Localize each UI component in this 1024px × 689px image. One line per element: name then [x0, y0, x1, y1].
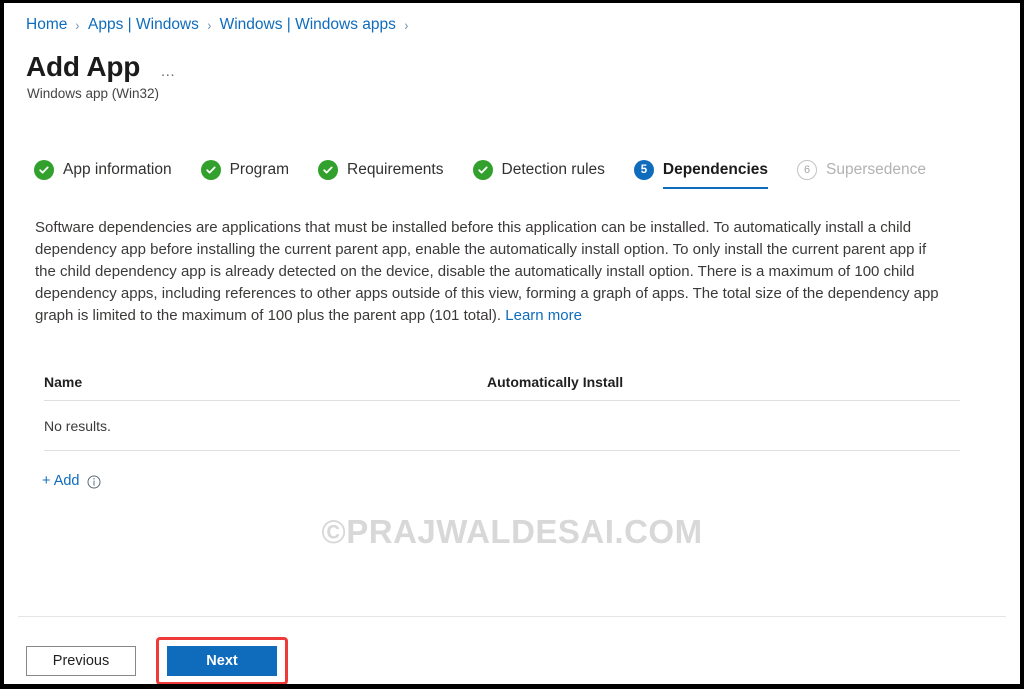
wizard-footer: Previous Next	[26, 637, 288, 684]
tab-label: Detection rules	[501, 161, 605, 178]
active-tab-indicator	[662, 187, 768, 189]
overflow-menu-icon[interactable]: …	[160, 55, 177, 80]
tab-program[interactable]: Program	[200, 160, 289, 189]
description-text: Software dependencies are applications t…	[35, 219, 939, 324]
table-row: No results.	[44, 401, 960, 451]
tab-app-information[interactable]: App information	[34, 160, 172, 189]
footer-divider	[18, 616, 1006, 617]
page-header: Add App …	[26, 50, 177, 84]
breadcrumb-separator-icon: ›	[207, 17, 212, 33]
column-header-automatically-install: Automatically Install	[487, 374, 624, 390]
tab-detection-rules[interactable]: Detection rules	[472, 160, 605, 189]
table-header-row: Name Automatically Install	[44, 373, 960, 401]
tab-label: Program	[229, 161, 289, 178]
column-header-name: Name	[44, 374, 83, 390]
breadcrumb: Home › Apps | Windows › Windows | Window…	[26, 15, 417, 35]
previous-button[interactable]: Previous	[26, 646, 136, 676]
azure-portal-blade: Home › Apps | Windows › Windows | Window…	[4, 3, 1020, 684]
next-button[interactable]: Next	[167, 646, 277, 676]
check-circle-icon	[34, 160, 54, 180]
page-subtitle: Windows app (Win32)	[27, 86, 160, 101]
empty-state-message: No results.	[44, 417, 111, 434]
dependencies-description: Software dependencies are applications t…	[35, 217, 943, 327]
tab-label: Requirements	[347, 161, 444, 178]
tab-dependencies[interactable]: 5 Dependencies	[633, 160, 768, 189]
check-circle-icon	[200, 160, 221, 180]
check-circle-icon	[472, 160, 493, 180]
breadcrumb-item-windows-apps[interactable]: Windows | Windows apps	[220, 15, 396, 35]
dependencies-table: Name Automatically Install No results.	[44, 373, 960, 451]
add-dependency-label: + Add	[42, 473, 80, 489]
next-button-highlight: Next	[156, 637, 288, 684]
step-number-badge: 5	[633, 160, 654, 180]
breadcrumb-item-apps-windows[interactable]: Apps | Windows	[88, 15, 199, 35]
tab-label: Supersedence	[826, 161, 926, 178]
breadcrumb-separator-icon: ›	[404, 17, 409, 33]
tab-supersedence[interactable]: 6 Supersedence	[797, 160, 926, 189]
info-icon[interactable]	[87, 475, 101, 489]
tab-label: Dependencies	[662, 161, 768, 178]
breadcrumb-separator-icon: ›	[75, 17, 80, 33]
step-number-badge: 6	[797, 160, 817, 180]
learn-more-link[interactable]: Learn more	[505, 307, 582, 324]
wizard-steps: App information Program Requirements Det…	[34, 160, 926, 189]
check-circle-icon	[318, 160, 338, 180]
screenshot-frame: Home › Apps | Windows › Windows | Window…	[0, 0, 1024, 689]
tab-label: App information	[63, 161, 172, 178]
add-dependency-button[interactable]: + Add	[42, 472, 101, 491]
breadcrumb-item-home[interactable]: Home	[26, 15, 67, 35]
page-title: Add App	[26, 51, 141, 82]
tab-requirements[interactable]: Requirements	[318, 160, 444, 189]
watermark: ©PRAJWALDESAI.COM	[321, 513, 703, 550]
